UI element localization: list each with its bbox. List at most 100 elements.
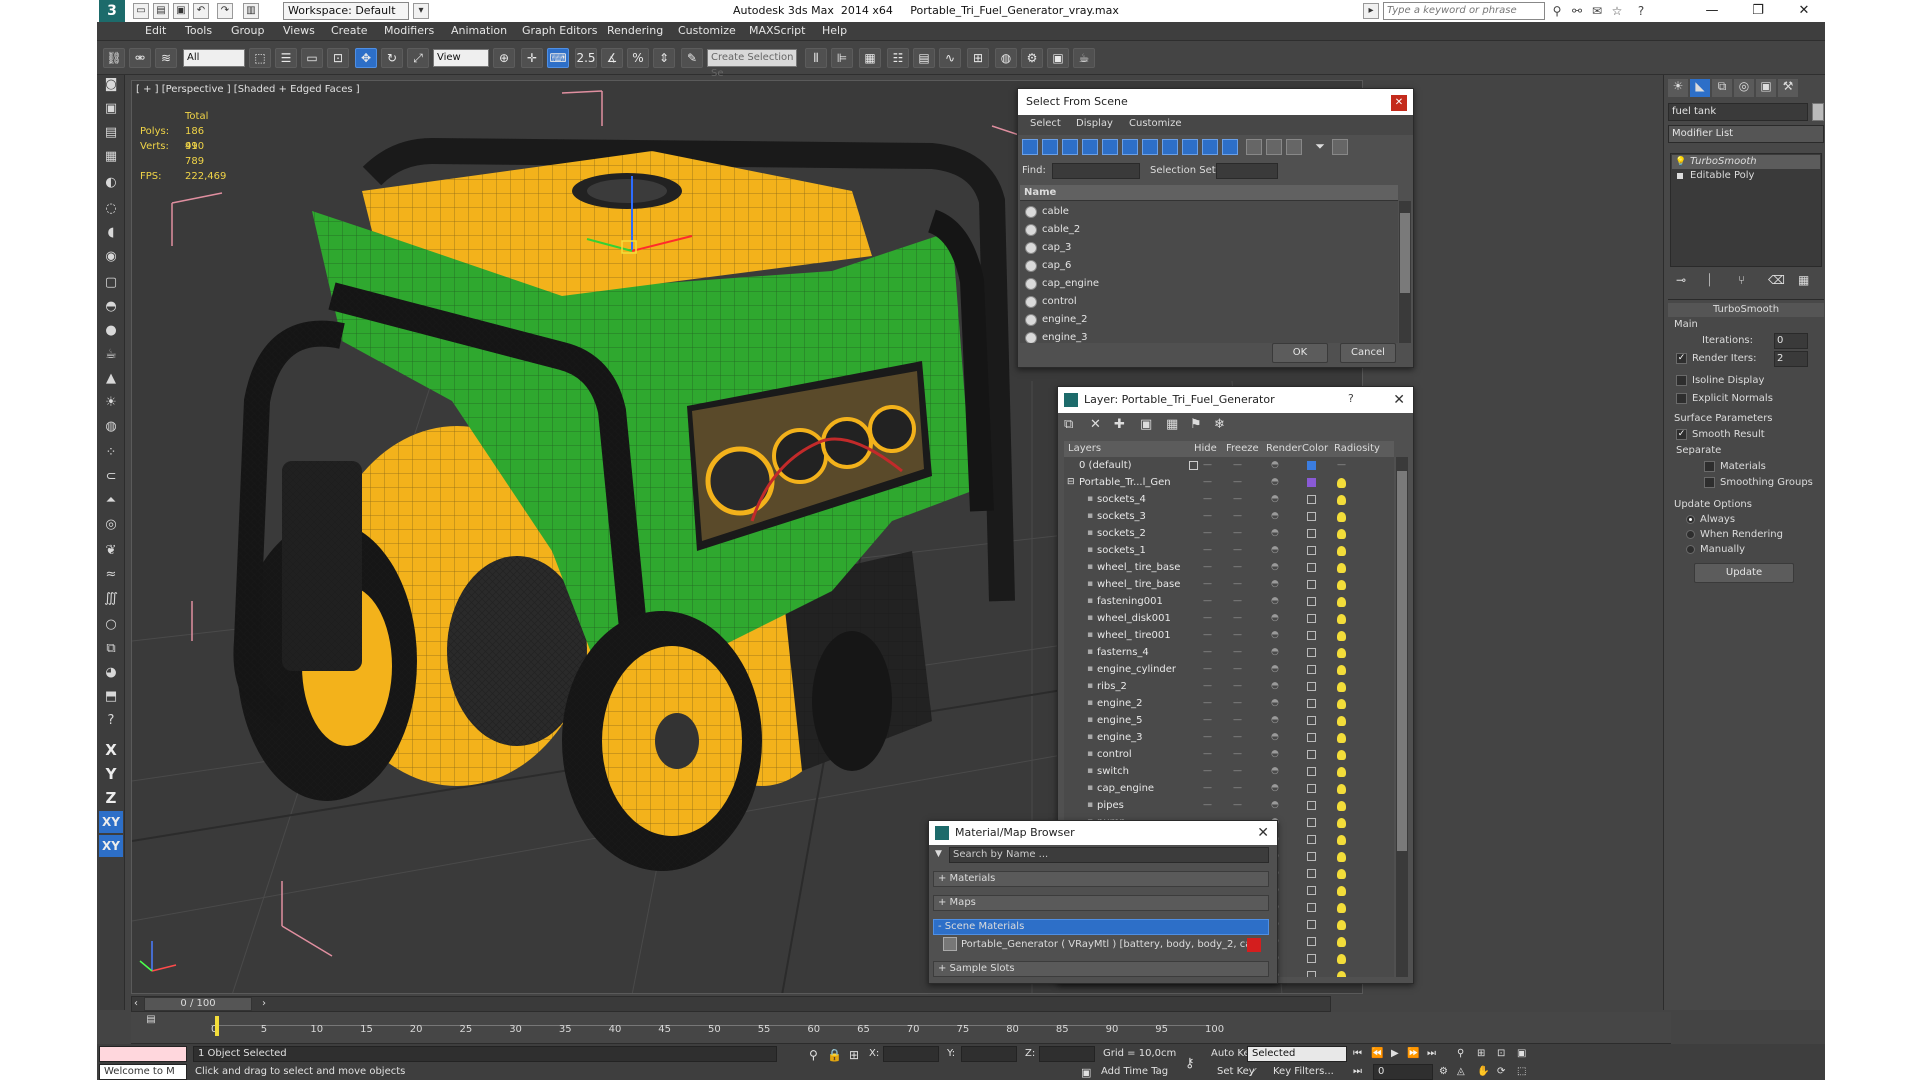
menu-help[interactable]: Help — [822, 24, 847, 37]
radiosity-bulb-icon[interactable] — [1337, 580, 1346, 590]
filter-geometry-icon[interactable] — [1022, 139, 1038, 155]
list-item[interactable]: cap_3 — [1022, 239, 1398, 257]
time-configuration-icon[interactable]: ⚙ — [1439, 1066, 1448, 1077]
freeze-toggle[interactable]: — — [1233, 695, 1242, 712]
object-color-box[interactable] — [1307, 835, 1316, 844]
object-color-box[interactable] — [1307, 784, 1316, 793]
render-teapot-icon[interactable]: ◓ — [1271, 593, 1279, 610]
render-teapot-icon[interactable]: ◓ — [1271, 678, 1279, 695]
disk-icon[interactable]: ◕ — [100, 663, 122, 683]
maxscript-welcome-text[interactable]: Welcome to M — [99, 1064, 187, 1080]
object-color-box[interactable] — [1307, 818, 1316, 827]
render-teapot-icon[interactable]: ◓ — [1271, 542, 1279, 559]
project-folder-icon[interactable]: ▥ — [243, 3, 259, 19]
isolate-selection-icon[interactable]: ⚲ — [809, 1048, 818, 1062]
next-frame-icon[interactable]: ⏩ — [1407, 1048, 1419, 1059]
col-radiosity[interactable]: Radiosity — [1334, 441, 1380, 457]
rectangular-selection-icon[interactable]: ▭ — [301, 48, 323, 68]
freeze-toggle[interactable]: — — [1233, 593, 1242, 610]
object-color-box[interactable] — [1307, 903, 1316, 912]
isoline-display-checkbox[interactable] — [1676, 375, 1687, 386]
table-row[interactable]: ▪ control — — ◓ — [1065, 746, 1394, 763]
radiosity-bulb-icon[interactable] — [1337, 869, 1346, 879]
radiosity-bulb-icon[interactable] — [1337, 767, 1346, 777]
menu-modifiers[interactable]: Modifiers — [384, 24, 434, 37]
freeze-toggle[interactable]: — — [1233, 661, 1242, 678]
hide-toggle[interactable]: — — [1203, 525, 1212, 542]
update-manually-radio[interactable] — [1686, 545, 1695, 554]
menu-maxscript[interactable]: MAXScript — [749, 24, 805, 37]
table-row[interactable]: ▪ engine_3 — — ◓ — [1065, 729, 1394, 746]
help-icon[interactable]: ? — [1633, 3, 1649, 19]
bind-space-warp-icon[interactable]: ≋ — [155, 48, 177, 68]
minimize-button[interactable]: — — [1693, 0, 1731, 22]
radiosity-bulb-icon[interactable] — [1337, 971, 1346, 977]
scene-material-item[interactable]: Portable_Generator ( VRayMtl ) [battery,… — [961, 938, 1261, 952]
layer-color-swatch[interactable] — [1307, 478, 1316, 487]
current-frame-input[interactable]: 0 — [1373, 1064, 1433, 1080]
render-teapot-icon[interactable]: ◓ — [1271, 746, 1279, 763]
turbosmooth-rollout-title[interactable]: TurboSmooth — [1668, 303, 1824, 317]
radiosity-bulb-icon[interactable] — [1337, 733, 1346, 743]
select-and-scale-icon[interactable]: ⤢ — [407, 48, 429, 68]
sfs-find-input[interactable] — [1052, 163, 1140, 179]
track-bar-menu-icon[interactable]: ▤ — [143, 1014, 159, 1028]
make-unique-icon[interactable]: ⑂ — [1738, 273, 1745, 287]
material-editor-icon[interactable]: ◍ — [995, 48, 1017, 68]
object-name-input[interactable]: fuel tank — [1668, 103, 1808, 121]
light-sphere-icon[interactable]: ◍ — [100, 417, 122, 437]
play-icon[interactable]: ▶ — [1391, 1048, 1399, 1059]
render-setup-icon[interactable]: ⚙ — [1021, 48, 1043, 68]
motion-tab-icon[interactable]: ◎ — [1734, 79, 1754, 97]
table-row[interactable]: ▪ pipes — — ◓ — [1065, 797, 1394, 814]
zoom-icon[interactable]: ⚲ — [1457, 1048, 1464, 1059]
hide-toggle[interactable]: — — [1203, 729, 1212, 746]
radiosity-bulb-icon[interactable] — [1337, 716, 1346, 726]
freeze-toggle[interactable]: — — [1233, 644, 1242, 661]
add-time-tag-text[interactable]: Add Time Tag — [1101, 1066, 1168, 1077]
hide-toggle[interactable]: — — [1203, 797, 1212, 814]
add-to-layer-icon[interactable]: ✚ — [1114, 417, 1125, 432]
freeze-toggle[interactable]: — — [1233, 559, 1242, 576]
render-teapot-icon[interactable]: ◓ — [1271, 729, 1279, 746]
selection-filter-dropdown[interactable]: All — [183, 49, 245, 67]
freeze-toggle[interactable]: — — [1233, 780, 1242, 797]
stack-icon[interactable]: ⧉ — [100, 639, 122, 659]
smooth-result-checkbox[interactable]: ✓ — [1676, 429, 1687, 440]
show-end-result-icon[interactable]: ⏐ — [1706, 273, 1713, 288]
separate-smoothing-groups-checkbox[interactable] — [1704, 477, 1715, 488]
list-item[interactable]: cable_2 — [1022, 221, 1398, 239]
table-row[interactable]: ▪ fastening001 — — ◓ — [1065, 593, 1394, 610]
table-row[interactable]: ▪ switch — — ◓ — [1065, 763, 1394, 780]
sfs-menu-display[interactable]: Display — [1076, 118, 1113, 129]
zoom-extents-icon[interactable]: ⊡ — [1497, 1048, 1505, 1059]
list-item[interactable]: cap_6 — [1022, 257, 1398, 275]
layer-dialog-title[interactable]: Layer: Portable_Tri_Fuel_Generator — [1058, 387, 1413, 413]
hide-all-icon[interactable]: ⚑ — [1190, 417, 1202, 432]
sphere-icon[interactable]: ● — [100, 321, 122, 341]
utilities-tab-icon[interactable]: ⚒ — [1778, 79, 1798, 97]
layer-manager-icon[interactable]: ☷ — [887, 48, 909, 68]
radiosity-bulb-icon[interactable] — [1337, 665, 1346, 675]
list-item[interactable]: control — [1022, 293, 1398, 311]
layer-scrollbar[interactable] — [1396, 457, 1408, 977]
object-color-box[interactable] — [1307, 971, 1316, 977]
separate-materials-checkbox[interactable] — [1704, 461, 1715, 472]
plant-icon[interactable]: ❦ — [100, 541, 122, 561]
globe-icon[interactable]: ◎ — [100, 515, 122, 535]
freeze-toggle[interactable]: — — [1233, 746, 1242, 763]
object-color-box[interactable] — [1307, 852, 1316, 861]
hide-toggle[interactable]: — — [1203, 593, 1212, 610]
redo-icon[interactable]: ↷ — [217, 3, 233, 19]
radiosity-bulb-icon[interactable] — [1337, 597, 1346, 607]
y-coordinate-input[interactable] — [961, 1046, 1017, 1062]
track-bar[interactable]: ▤ 05101520253035404550556065707580859095… — [131, 1012, 1671, 1044]
table-row[interactable]: ▪ sockets_3 — — ◓ — [1065, 508, 1394, 525]
table-row[interactable]: ▪ ribs_2 — — ◓ — [1065, 678, 1394, 695]
create-tab-sun-icon[interactable]: ☀ — [1668, 79, 1688, 97]
object-color-box[interactable] — [1307, 869, 1316, 878]
mirror-icon[interactable]: ⫴ — [805, 48, 827, 68]
explicit-normals-checkbox[interactable] — [1676, 393, 1687, 404]
named-selection-set-dropdown[interactable]: Create Selection Se — [707, 49, 797, 79]
hide-toggle[interactable]: — — [1203, 678, 1212, 695]
